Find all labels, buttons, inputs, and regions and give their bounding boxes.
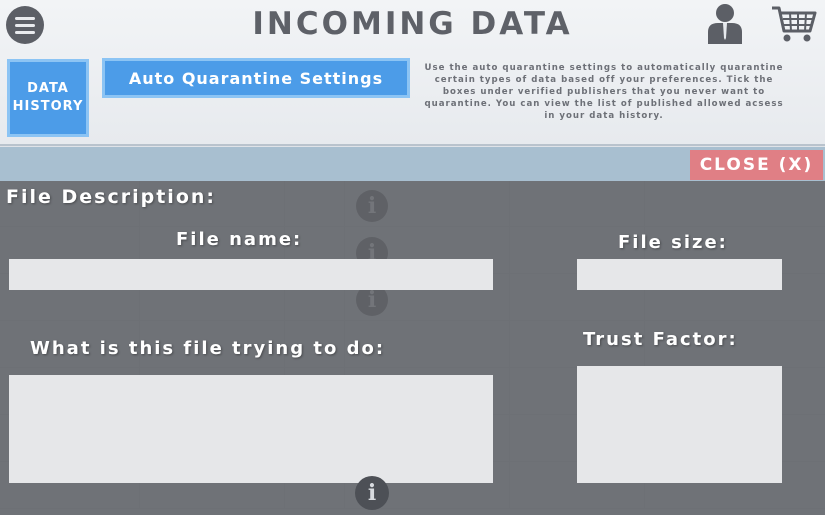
file-size-label: File size: [618,232,728,253]
file-size-field [577,259,782,290]
shopping-cart-icon[interactable] [770,4,818,44]
close-button[interactable]: CLOSE (X) [690,150,823,180]
file-name-label: File name: [176,229,303,250]
trust-factor-field [577,366,782,483]
file-purpose-field [9,375,493,483]
auto-quarantine-settings-button[interactable]: Auto Quarantine Settings [102,58,410,98]
file-purpose-label: What is this file trying to do: [30,338,386,359]
top-header: INCOMING DATA DATA HISTORY Auto Quaranti… [0,0,825,146]
page-title: INCOMING DATA [252,6,573,42]
user-icon[interactable] [706,2,744,44]
info-icon[interactable]: i [355,476,389,510]
file-description-heading: File Description: [6,186,216,208]
data-history-button[interactable]: DATA HISTORY [7,59,89,137]
trust-factor-label: Trust Factor: [583,329,738,350]
quarantine-info-text: Use the auto quarantine settings to auto… [424,63,784,121]
file-name-field [9,259,493,290]
